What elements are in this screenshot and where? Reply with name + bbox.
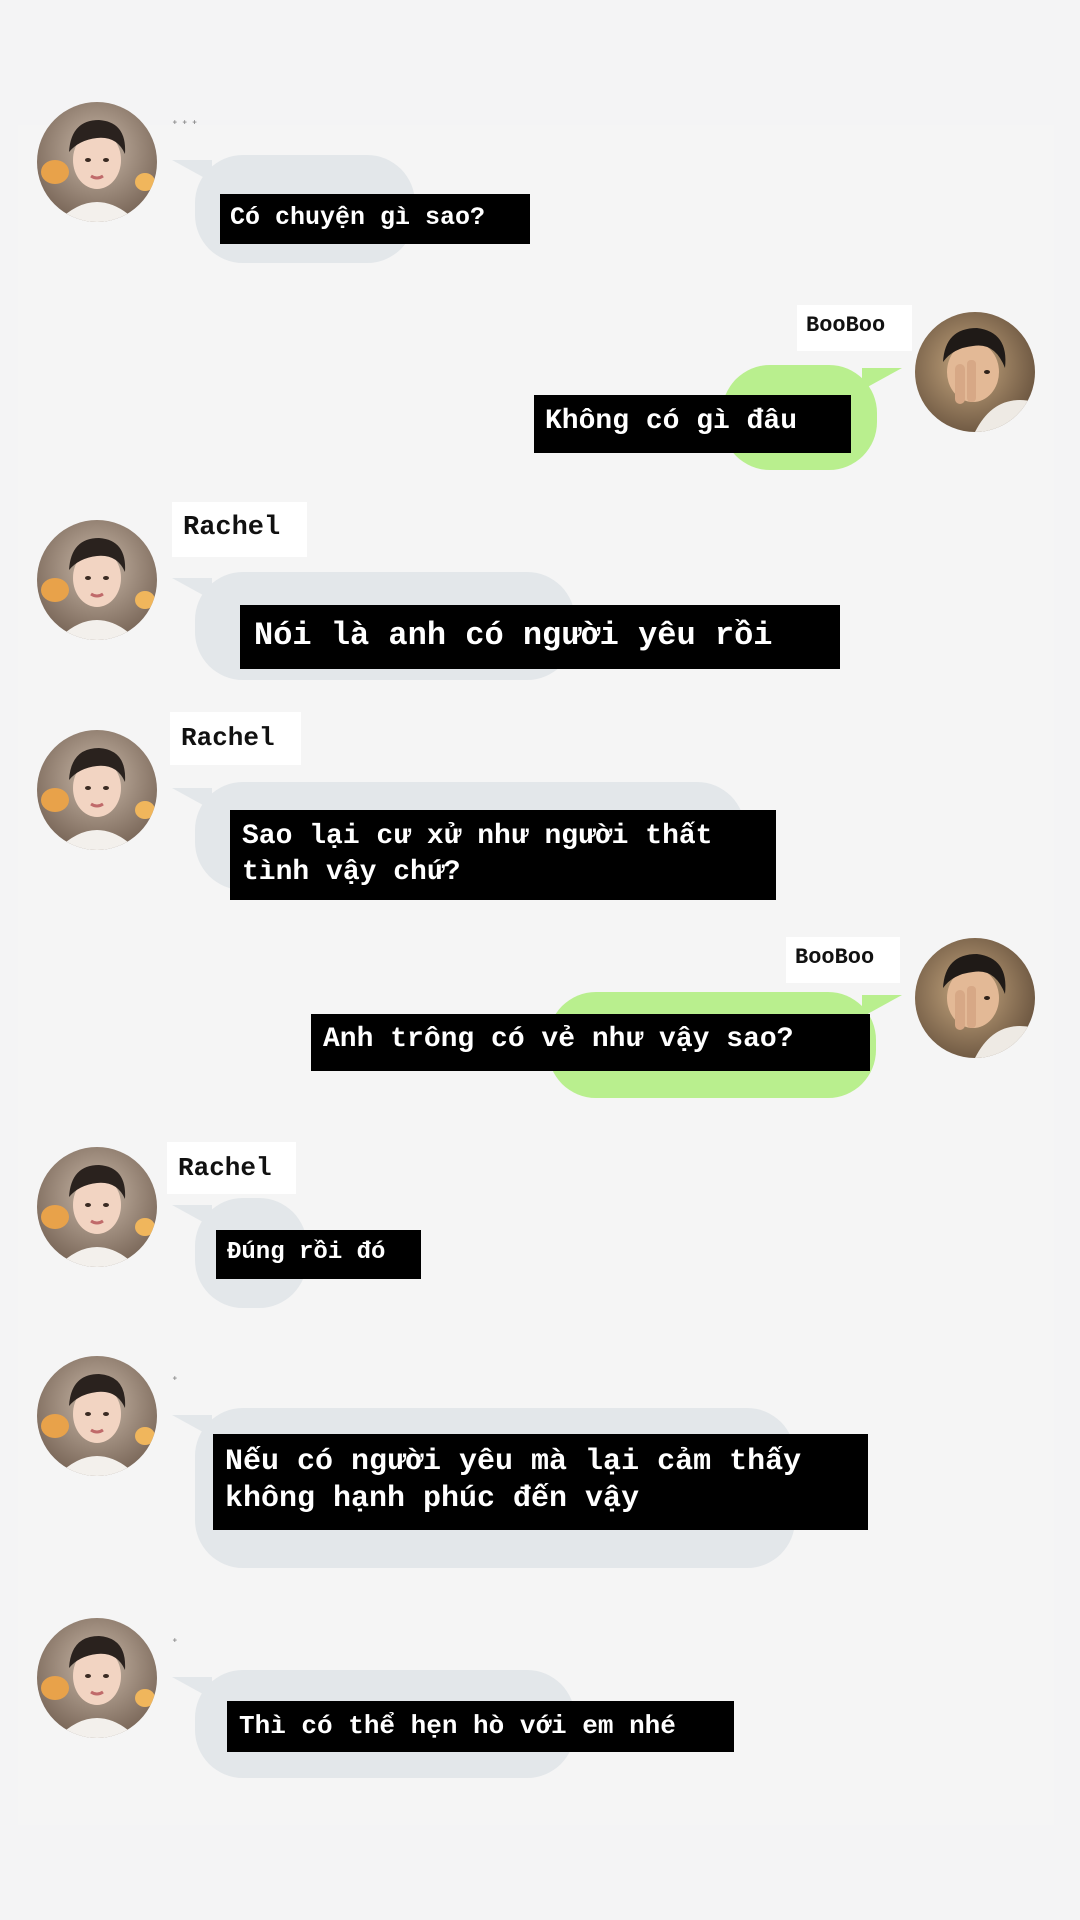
- message-text: Anh trông có vẻ như vậy sao?: [311, 1014, 870, 1071]
- contact-avatar[interactable]: [37, 520, 157, 640]
- self-avatar[interactable]: [915, 312, 1035, 432]
- profile-photo-icon: [37, 1618, 157, 1738]
- sender-label-faint: ᐩ: [172, 1636, 178, 1652]
- profile-photo-icon: [37, 1356, 157, 1476]
- profile-photo-icon: [915, 938, 1035, 1058]
- sender-label-faint: ᐩ ᐩ ᐩ: [172, 118, 198, 134]
- bubble-tail: [862, 368, 902, 390]
- message-text: Đúng rồi đó: [216, 1230, 421, 1279]
- profile-photo-icon: [915, 312, 1035, 432]
- sender-name: BooBoo: [786, 937, 900, 983]
- profile-photo-icon: [37, 730, 157, 850]
- message-text: Sao lại cư xử như người thất tình vậy ch…: [230, 810, 776, 900]
- profile-photo-icon: [37, 1147, 157, 1267]
- sender-name: BooBoo: [797, 305, 912, 351]
- message-text: Có chuyện gì sao?: [220, 194, 530, 244]
- profile-photo-icon: [37, 520, 157, 640]
- message-text: Nếu có người yêu mà lại cảm thấy không h…: [213, 1434, 868, 1530]
- contact-avatar[interactable]: [37, 1618, 157, 1738]
- contact-avatar[interactable]: [37, 1147, 157, 1267]
- message-text: Nói là anh có người yêu rồi: [240, 605, 840, 669]
- contact-avatar[interactable]: [37, 730, 157, 850]
- contact-avatar[interactable]: [37, 102, 157, 222]
- sender-name: Rachel: [170, 712, 301, 765]
- message-text: Không có gì đâu: [534, 395, 851, 453]
- sender-name: Rachel: [167, 1142, 296, 1194]
- message-text: Thì có thể hẹn hò với em nhé: [227, 1701, 734, 1752]
- profile-photo-icon: [37, 102, 157, 222]
- sender-name: Rachel: [172, 502, 307, 557]
- sender-label-faint: ᐩ: [172, 1374, 178, 1390]
- contact-avatar[interactable]: [37, 1356, 157, 1476]
- self-avatar[interactable]: [915, 938, 1035, 1058]
